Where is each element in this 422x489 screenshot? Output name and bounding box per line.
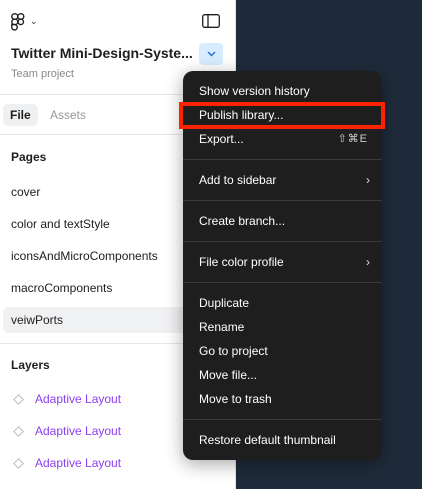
tab-file[interactable]: File bbox=[3, 104, 38, 126]
pages-heading: Pages bbox=[11, 150, 47, 164]
file-name[interactable]: Twitter Mini-Design-Syste... bbox=[11, 45, 196, 61]
menu-separator bbox=[183, 200, 382, 201]
menu-item-go-to-project[interactable]: Go to project bbox=[183, 339, 382, 363]
menu-separator bbox=[183, 159, 382, 160]
chevron-right-icon: › bbox=[366, 173, 370, 187]
app-root: ⌄ Twitter Mini-Design-Syste... Team proj… bbox=[0, 0, 422, 489]
menu-item-label: Rename bbox=[199, 320, 245, 334]
menu-item-label: Restore default thumbnail bbox=[199, 433, 336, 447]
menu-separator bbox=[183, 282, 382, 283]
menu-item-label: Add to sidebar bbox=[199, 173, 277, 187]
chevron-down-icon[interactable]: ⌄ bbox=[30, 16, 38, 27]
menu-item-label: Move file... bbox=[199, 368, 258, 382]
chevron-down-icon bbox=[207, 51, 215, 57]
file-context-menu: Show version history Publish library... … bbox=[183, 71, 382, 460]
menu-item-duplicate[interactable]: Duplicate bbox=[183, 291, 382, 315]
tab-assets[interactable]: Assets bbox=[43, 104, 93, 126]
menu-item-rename[interactable]: Rename bbox=[183, 315, 382, 339]
menu-item-label: File color profile bbox=[199, 255, 284, 269]
file-menu-button[interactable] bbox=[199, 43, 223, 65]
layer-label: Adaptive Layout bbox=[35, 456, 122, 470]
sidebar-topbar: ⌄ bbox=[0, 0, 236, 42]
menu-item-label: Go to project bbox=[199, 344, 268, 358]
export-shortcut: ⇧⌘E bbox=[337, 133, 368, 145]
chevron-right-icon: › bbox=[366, 255, 370, 269]
menu-item-publish-library[interactable]: Publish library... bbox=[183, 103, 382, 127]
menu-separator bbox=[183, 419, 382, 420]
layer-label: Adaptive Layout bbox=[35, 424, 122, 438]
menu-item-label: Show version history bbox=[199, 84, 310, 98]
menu-item-label: Export... bbox=[199, 132, 244, 146]
menu-item-label: Move to trash bbox=[199, 392, 272, 406]
menu-item-create-branch[interactable]: Create branch... bbox=[183, 209, 382, 233]
menu-separator bbox=[183, 241, 382, 242]
menu-item-label: Publish library... bbox=[199, 108, 284, 122]
menu-item-file-color-profile[interactable]: File color profile › bbox=[183, 250, 382, 274]
menu-item-version-history[interactable]: Show version history bbox=[183, 79, 382, 103]
sidebar-toggle-icon[interactable] bbox=[202, 14, 220, 28]
layer-label: Adaptive Layout bbox=[35, 392, 122, 406]
project-label: Team project bbox=[11, 68, 74, 80]
component-diamond-icon bbox=[13, 426, 24, 437]
menu-item-restore-thumbnail[interactable]: Restore default thumbnail bbox=[183, 428, 382, 452]
menu-item-move-to-trash[interactable]: Move to trash bbox=[183, 387, 382, 411]
menu-item-label: Duplicate bbox=[199, 296, 250, 310]
menu-item-label: Create branch... bbox=[199, 214, 286, 228]
menu-item-export[interactable]: Export... ⇧⌘E bbox=[183, 127, 382, 151]
layers-heading: Layers bbox=[11, 358, 50, 372]
figma-logo-icon[interactable] bbox=[11, 13, 25, 31]
menu-item-add-to-sidebar[interactable]: Add to sidebar › bbox=[183, 168, 382, 192]
menu-item-move-file[interactable]: Move file... bbox=[183, 363, 382, 387]
component-diamond-icon bbox=[13, 458, 24, 469]
component-diamond-icon bbox=[13, 394, 24, 405]
